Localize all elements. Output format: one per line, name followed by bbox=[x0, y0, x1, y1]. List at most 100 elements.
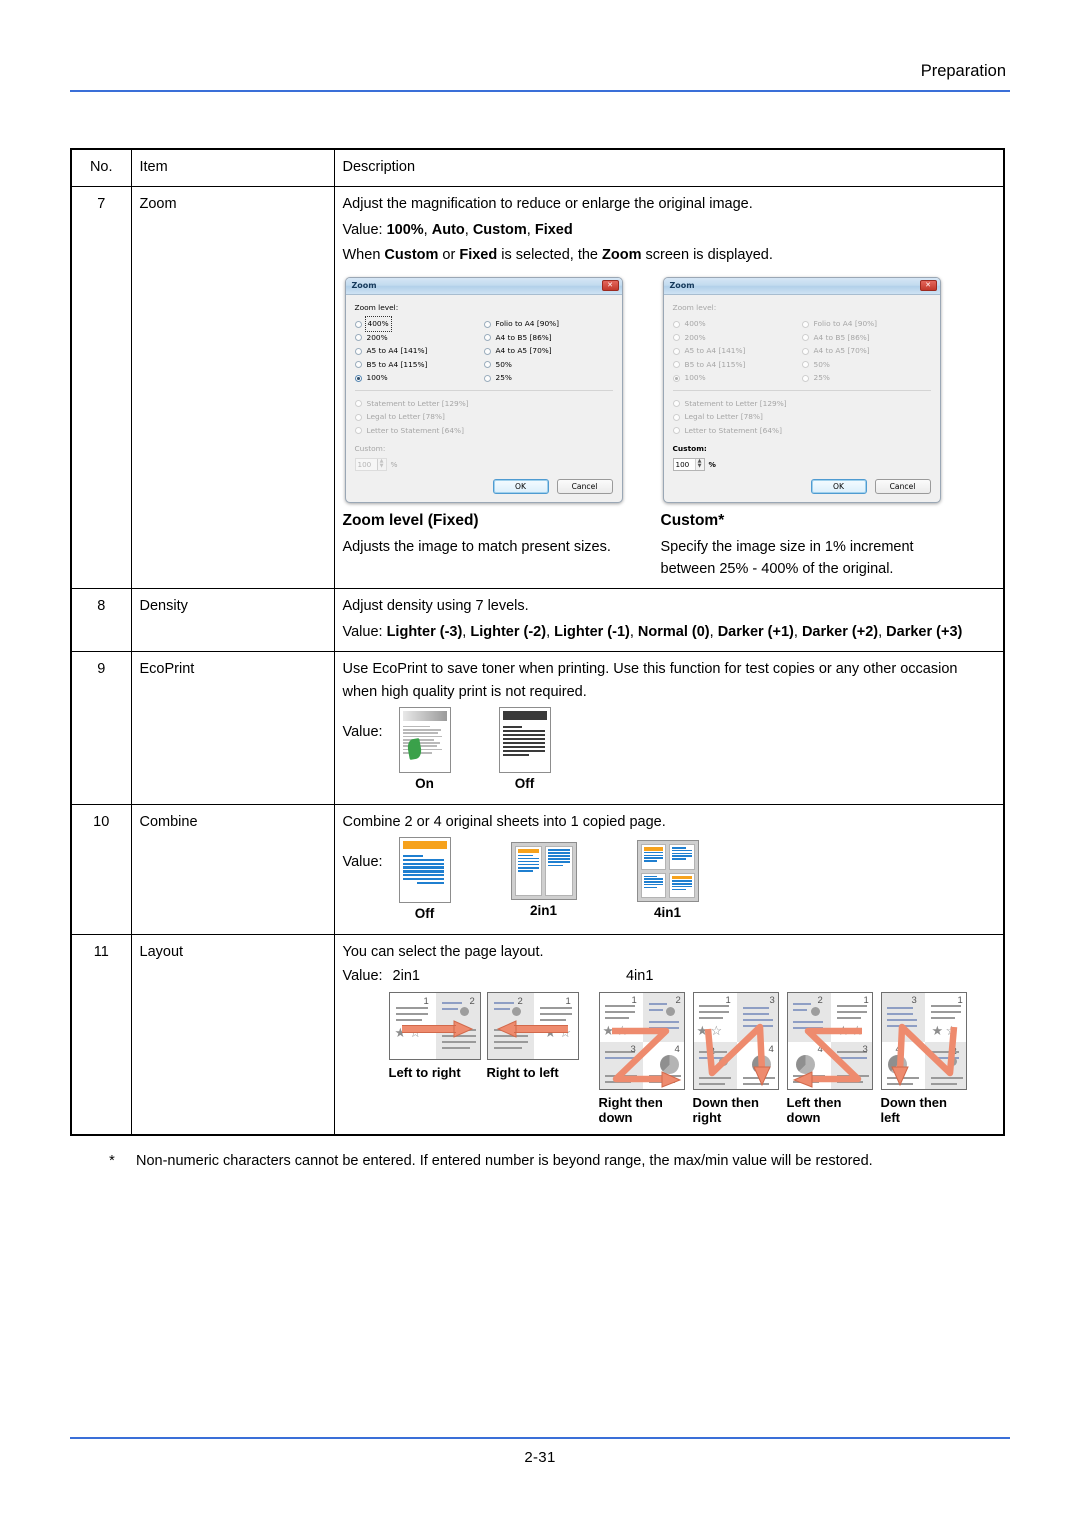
radio-option-a4-to-a5[interactable]: A4 to A5 [70%] bbox=[483, 344, 613, 358]
percent-label: % bbox=[708, 459, 716, 469]
radio-label: 400% bbox=[364, 316, 392, 332]
radio-option-statement-to-letter[interactable]: Statement to Letter [129%] bbox=[672, 397, 931, 411]
text-line bbox=[517, 857, 540, 860]
radio-label: A4 to B5 [86%] bbox=[495, 332, 552, 342]
radio-option-200[interactable]: 200% bbox=[672, 331, 802, 345]
icon-caption: 2in1 bbox=[530, 903, 558, 919]
text-line bbox=[672, 858, 686, 860]
radio-label: 25% bbox=[495, 373, 512, 383]
footnote: * Non-numeric characters cannot be enter… bbox=[100, 1150, 1005, 1172]
radio-option-25[interactable]: 25% bbox=[483, 371, 613, 385]
density-value-2: Lighter (-1) bbox=[554, 623, 630, 640]
text-line bbox=[672, 883, 692, 885]
caption-line-2: down bbox=[786, 1110, 821, 1126]
radio-option-legal-to-letter[interactable]: Legal to Letter [78%] bbox=[672, 410, 931, 424]
radio-option-letter-to-statement[interactable]: Letter to Statement [64%] bbox=[672, 424, 931, 438]
layout-diagrams-row: 1 2 ★ ☆ Left to right 2 1 ★ ☆ Right to l… bbox=[343, 991, 996, 1126]
caption-title: Custom* bbox=[660, 511, 725, 529]
text-line bbox=[643, 860, 658, 862]
text-line bbox=[502, 753, 529, 757]
text-line bbox=[672, 855, 692, 857]
ok-button[interactable]: OK bbox=[810, 478, 867, 494]
radio-option-a4-to-b5[interactable]: A4 to B5 [86%] bbox=[483, 331, 613, 345]
zoom-options-left-column: 400% 200% A5 to A4 [141%] B5 to A4 [115%… bbox=[354, 316, 484, 385]
radio-option-400[interactable]: 400% bbox=[354, 316, 484, 332]
radio-option-200[interactable]: 200% bbox=[354, 331, 484, 345]
text-line bbox=[402, 874, 445, 877]
table-header-row: No. Item Description bbox=[70, 148, 1005, 188]
page-header-band bbox=[502, 711, 547, 721]
layout-group-headers: Value: 2in1 4in1 bbox=[343, 965, 996, 987]
text-line bbox=[672, 885, 692, 888]
layout-4in1-right-then-down: 1 2 3 4 ★ ☆ Right then down bbox=[598, 991, 685, 1126]
radio-label: 100% bbox=[684, 373, 706, 383]
radio-label: A5 to A4 [141%] bbox=[684, 346, 746, 356]
row-desc-combine: Combine 2 or 4 original sheets into 1 co… bbox=[333, 803, 1005, 935]
radio-option-a5-to-a4[interactable]: A5 to A4 [141%] bbox=[672, 344, 802, 358]
layout-caption: Down then left bbox=[881, 1095, 967, 1126]
zoom-dialog-custom[interactable]: Zoom ✕ Zoom level: 400% 200% A5 to A4 [1… bbox=[662, 276, 941, 503]
close-icon[interactable]: ✕ bbox=[601, 280, 619, 292]
footnote-marker: * bbox=[109, 1153, 115, 1169]
caption-line-1: Left then bbox=[786, 1094, 842, 1110]
page-header-band bbox=[402, 711, 447, 722]
text-line bbox=[402, 862, 445, 865]
layout-page-diagram: 2 1 4 3 ★ ☆ bbox=[786, 991, 873, 1090]
zoom-dialog-fixed[interactable]: Zoom ✕ Zoom level: 400% 200% A5 to A4 [1… bbox=[344, 276, 623, 503]
radio-label: Statement to Letter [129%] bbox=[684, 398, 787, 408]
radio-option-letter-to-statement[interactable]: Letter to Statement [64%] bbox=[354, 424, 613, 438]
radio-label: B5 to A4 [115%] bbox=[684, 359, 746, 369]
radio-icon bbox=[672, 361, 680, 369]
radio-option-50[interactable]: 50% bbox=[483, 358, 613, 372]
layout-page-diagram: 1 3 2 4 ★ ☆ bbox=[692, 991, 779, 1090]
radio-option-400[interactable]: 400% bbox=[672, 317, 802, 331]
combine-icon-2in1: 2in1 bbox=[510, 842, 577, 922]
caption-zoom-level-fixed: Zoom level (Fixed) Adjusts the image to … bbox=[343, 509, 621, 581]
radio-icon bbox=[483, 374, 491, 382]
stepper-arrows-icon[interactable]: ▲ ▼ bbox=[376, 459, 386, 470]
radio-option-50[interactable]: 50% bbox=[801, 358, 931, 372]
radio-option-b5-to-a4[interactable]: B5 to A4 [115%] bbox=[354, 358, 484, 372]
text-line bbox=[416, 881, 444, 885]
radio-option-folio-to-a4[interactable]: Folio to A4 [90%] bbox=[483, 317, 613, 331]
radio-option-25[interactable]: 25% bbox=[801, 371, 931, 385]
table-row: 11 Layout You can select the page layout… bbox=[70, 933, 1005, 1136]
radio-icon bbox=[672, 320, 680, 328]
radio-icon bbox=[672, 334, 680, 342]
flow-arrow-icon bbox=[496, 1019, 568, 1038]
layout-4in1-left-then-down: 2 1 4 3 ★ ☆ Left then down bbox=[786, 991, 873, 1126]
radio-option-legal-to-letter[interactable]: Legal to Letter [78%] bbox=[354, 410, 613, 424]
custom-value-stepper[interactable]: 100 ▲ ▼ bbox=[354, 457, 387, 471]
radio-option-folio-to-a4[interactable]: Folio to A4 [90%] bbox=[801, 317, 931, 331]
zoom-value-1: Auto bbox=[431, 221, 465, 238]
radio-icon bbox=[672, 400, 680, 408]
radio-option-a4-to-a5[interactable]: A4 to A5 [70%] bbox=[801, 344, 931, 358]
custom-value-stepper[interactable]: 100 ▲ ▼ bbox=[672, 457, 705, 471]
radio-option-100[interactable]: 100% bbox=[354, 371, 484, 385]
layout-caption: Right to left bbox=[486, 1064, 559, 1080]
close-icon[interactable]: ✕ bbox=[919, 280, 937, 292]
text-line bbox=[402, 858, 445, 861]
ok-button[interactable]: OK bbox=[492, 478, 549, 494]
radio-option-a4-to-b5[interactable]: A4 to B5 [86%] bbox=[801, 331, 931, 345]
caption-line-2: left bbox=[880, 1110, 901, 1126]
stepper-arrows-icon[interactable]: ▲ ▼ bbox=[694, 459, 704, 470]
radio-icon bbox=[354, 400, 362, 408]
zoom-options-lower: Statement to Letter [129%] Legal to Lett… bbox=[672, 397, 931, 438]
page-header-band bbox=[672, 875, 692, 880]
radio-option-100[interactable]: 100% bbox=[672, 371, 802, 385]
leaf-icon bbox=[405, 738, 423, 761]
row-item-ecoprint: EcoPrint bbox=[130, 651, 335, 805]
radio-option-statement-to-letter[interactable]: Statement to Letter [129%] bbox=[354, 397, 613, 411]
mini-page bbox=[545, 846, 573, 897]
radio-icon bbox=[483, 320, 491, 328]
radio-option-a5-to-a4[interactable]: A5 to A4 [141%] bbox=[354, 344, 484, 358]
row-no-8: 8 bbox=[70, 588, 132, 653]
text-line bbox=[402, 870, 445, 873]
dialog-body: Zoom level: 400% 200% A5 to A4 [141%] B5… bbox=[346, 295, 622, 502]
cancel-button[interactable]: Cancel bbox=[874, 478, 931, 494]
text-line bbox=[548, 861, 570, 864]
radio-option-b5-to-a4[interactable]: B5 to A4 [115%] bbox=[672, 358, 802, 372]
zoom-level-options: 400% 200% A5 to A4 [141%] B5 to A4 [115%… bbox=[672, 317, 931, 385]
cancel-button[interactable]: Cancel bbox=[556, 478, 613, 494]
